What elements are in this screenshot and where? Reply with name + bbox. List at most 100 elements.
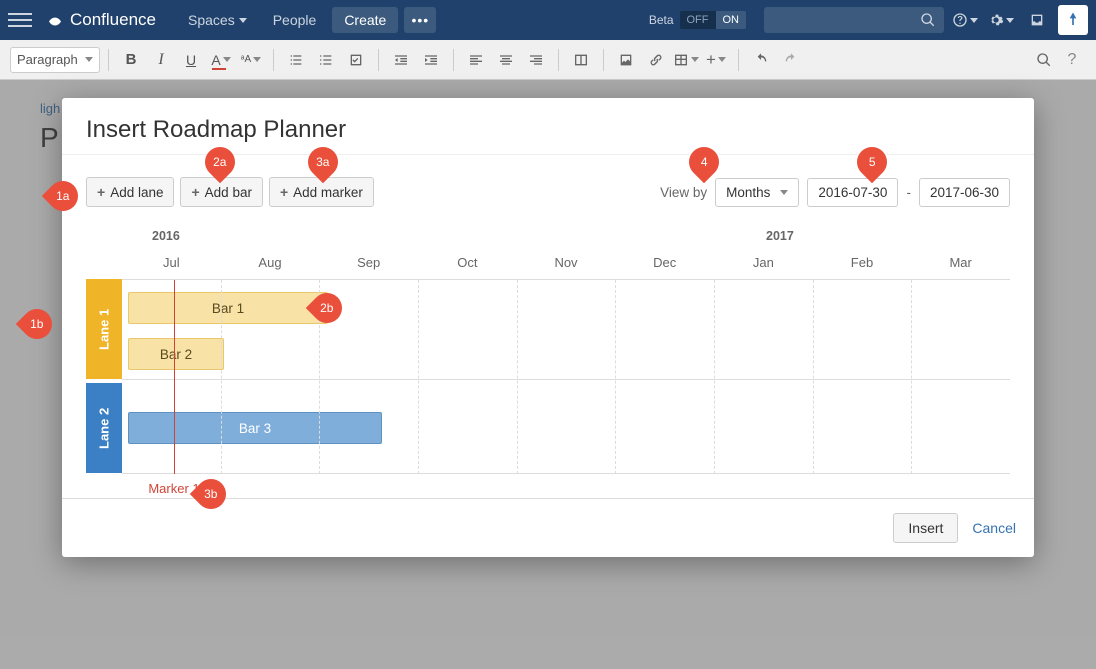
inbox-button[interactable]	[1022, 5, 1052, 35]
chevron-down-icon	[85, 57, 93, 62]
bar-2[interactable]: Bar 2	[128, 338, 224, 370]
more-format-button[interactable]: ᵃA	[237, 46, 265, 74]
month-feb: Feb	[851, 255, 873, 270]
insert-button[interactable]: Insert	[893, 513, 958, 543]
inbox-icon	[1029, 12, 1045, 28]
top-navbar: Confluence Spaces People Create ••• Beta…	[0, 0, 1096, 40]
table-button[interactable]	[672, 46, 700, 74]
modal-title: Insert Roadmap Planner	[86, 116, 1010, 144]
undo-button[interactable]	[747, 46, 775, 74]
nav-spaces[interactable]: Spaces	[178, 6, 257, 34]
editor-toolbar: Paragraph B I U A ᵃA + ?	[0, 40, 1096, 80]
nav-people-label: People	[273, 12, 317, 28]
roadmap-modal: Insert Roadmap Planner 1a 2a 3a 4 5 +Add…	[62, 98, 1034, 557]
find-button[interactable]	[1030, 46, 1058, 74]
year-2016: 2016	[152, 229, 180, 243]
underline-button[interactable]: U	[177, 46, 205, 74]
pin-4: 4	[701, 155, 708, 169]
text-color-button[interactable]: A	[207, 46, 235, 74]
add-lane-button[interactable]: + Add lane	[86, 177, 174, 207]
marker-1-label[interactable]: Marker 1	[148, 481, 199, 496]
chevron-down-icon	[718, 57, 726, 62]
add-bar-button[interactable]: + Add bar	[180, 177, 262, 207]
indent-button[interactable]	[417, 46, 445, 74]
layout-button[interactable]	[567, 46, 595, 74]
task-list-button[interactable]	[342, 46, 370, 74]
nav-people[interactable]: People	[263, 6, 327, 34]
help-editor-button[interactable]: ?	[1058, 46, 1086, 74]
beta-label: Beta	[649, 13, 674, 27]
brand-text: Confluence	[70, 10, 156, 30]
date-range-separator: -	[906, 185, 911, 200]
help-icon	[952, 12, 968, 28]
beta-toggle: Beta OFF ON	[649, 11, 746, 29]
gridline	[615, 280, 616, 474]
gridline	[418, 280, 419, 474]
create-button[interactable]: Create	[332, 7, 398, 33]
gridline	[221, 280, 222, 474]
settings-button[interactable]	[986, 5, 1016, 35]
chevron-down-icon	[780, 190, 788, 195]
format-dropdown-label: Paragraph	[17, 52, 78, 67]
add-bar-label: Add bar	[205, 185, 252, 200]
view-by-value: Months	[726, 185, 770, 200]
month-jan: Jan	[753, 255, 774, 270]
bullet-list-button[interactable]	[282, 46, 310, 74]
chevron-down-icon	[691, 57, 699, 62]
month-nov: Nov	[554, 255, 577, 270]
search-input[interactable]	[764, 7, 944, 33]
align-left-button[interactable]	[462, 46, 490, 74]
image-button[interactable]	[612, 46, 640, 74]
pin-2a: 2a	[213, 155, 226, 169]
gridline	[911, 280, 912, 474]
italic-button[interactable]: I	[147, 46, 175, 74]
month-oct: Oct	[457, 255, 477, 270]
beta-on[interactable]: ON	[716, 11, 747, 29]
view-by-select[interactable]: Months	[715, 178, 799, 207]
add-lane-label: Add lane	[110, 185, 163, 200]
insert-button[interactable]: +	[702, 46, 730, 74]
plus-icon: +	[97, 184, 105, 200]
gridline	[813, 280, 814, 474]
nav-spaces-label: Spaces	[188, 12, 235, 28]
plus-icon: +	[280, 184, 288, 200]
hamburger-menu[interactable]	[8, 8, 32, 32]
avatar-icon	[1063, 10, 1083, 30]
align-right-button[interactable]	[522, 46, 550, 74]
month-jul: Jul	[163, 255, 180, 270]
lane-1: Bar 1 Bar 2	[122, 280, 1010, 380]
help-button[interactable]	[950, 5, 980, 35]
view-by-label: View by	[660, 185, 707, 200]
plus-icon: +	[191, 184, 199, 200]
bar-1[interactable]: Bar 1	[128, 292, 328, 324]
format-dropdown[interactable]: Paragraph	[10, 47, 100, 73]
gridline	[517, 280, 518, 474]
month-aug: Aug	[258, 255, 281, 270]
profile-avatar[interactable]	[1058, 5, 1088, 35]
chevron-down-icon	[1006, 18, 1014, 23]
align-center-button[interactable]	[492, 46, 520, 74]
gear-icon	[988, 12, 1004, 28]
outdent-button[interactable]	[387, 46, 415, 74]
number-list-button[interactable]	[312, 46, 340, 74]
redo-button[interactable]	[777, 46, 805, 74]
lane-2: Bar 3	[122, 384, 1010, 474]
create-more-button[interactable]: •••	[404, 7, 436, 33]
lane-1-label[interactable]: Lane 1	[86, 279, 122, 379]
date-start-input[interactable]: 2016-07-30	[807, 178, 898, 207]
chevron-down-icon	[970, 18, 978, 23]
beta-off[interactable]: OFF	[680, 11, 716, 29]
lane-2-label[interactable]: Lane 2	[86, 383, 122, 473]
chevron-down-icon	[239, 18, 247, 23]
add-marker-button[interactable]: + Add marker	[269, 177, 374, 207]
date-end-input[interactable]: 2017-06-30	[919, 178, 1010, 207]
bar-3[interactable]: Bar 3	[128, 412, 382, 444]
marker-1-line[interactable]	[174, 280, 175, 474]
link-button[interactable]	[642, 46, 670, 74]
add-marker-label: Add marker	[293, 185, 363, 200]
modal-overlay: Insert Roadmap Planner 1a 2a 3a 4 5 +Add…	[0, 80, 1096, 669]
bold-button[interactable]: B	[117, 46, 145, 74]
cancel-button[interactable]: Cancel	[972, 520, 1016, 536]
pin-1b: 1b	[30, 317, 43, 331]
brand-logo[interactable]: Confluence	[46, 10, 156, 30]
